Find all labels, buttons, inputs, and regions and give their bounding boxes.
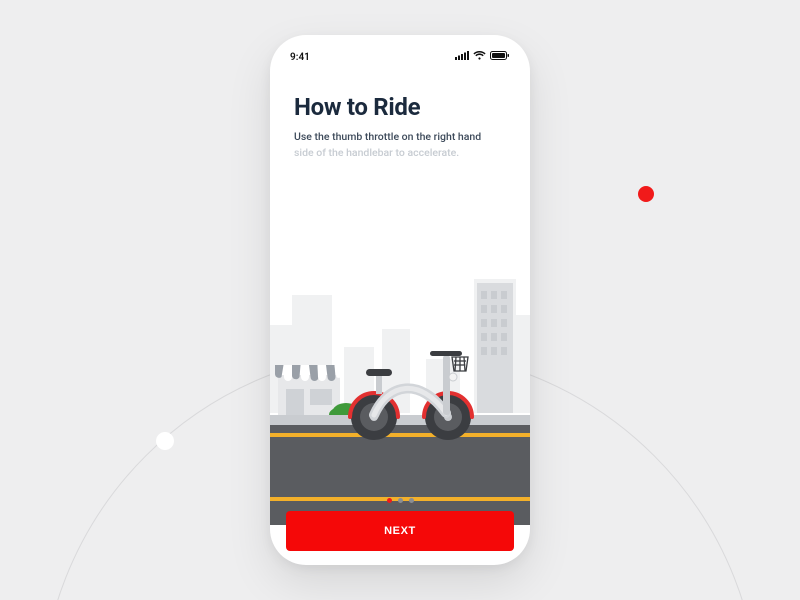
scooter-illustration: [270, 265, 530, 525]
wifi-icon: [473, 51, 486, 63]
pagination-dot-1[interactable]: [387, 498, 392, 503]
page-subtitle: Use the thumb throttle on the right hand…: [294, 129, 506, 162]
pagination-dot-3[interactable]: [409, 498, 414, 503]
background-accent-dot: [638, 186, 654, 202]
pagination-dot-2[interactable]: [398, 498, 403, 503]
subtitle-line-1: Use the thumb throttle on the right hand: [294, 130, 481, 143]
pagination-dots: [270, 498, 530, 503]
onboarding-content: How to Ride Use the thumb throttle on th…: [294, 93, 506, 162]
background-white-dot: [156, 432, 174, 450]
status-icons: [455, 51, 510, 63]
status-bar: 9:41: [270, 49, 530, 65]
signal-icon: [455, 51, 469, 63]
next-button[interactable]: NEXT: [286, 511, 514, 551]
battery-icon: [490, 51, 510, 63]
phone-frame: 9:41 How to Ride Use the thumb throttle …: [270, 35, 530, 565]
page-title: How to Ride: [294, 93, 506, 121]
status-time: 9:41: [290, 52, 310, 63]
subtitle-line-2: side of the handlebar to accelerate.: [294, 146, 459, 159]
